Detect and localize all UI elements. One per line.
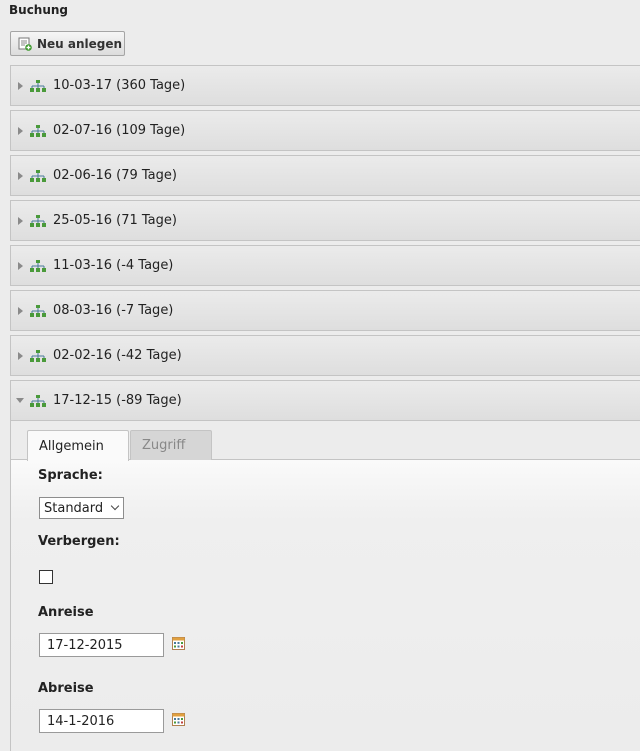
departure-label: Abreise — [38, 681, 94, 696]
tab-zugriff[interactable]: Zugriff — [130, 430, 212, 460]
record-label: 11-03-16 (-4 Tage) — [53, 258, 174, 273]
language-select[interactable]: Standard — [39, 497, 124, 519]
expand-arrow-icon — [18, 171, 23, 180]
language-label: Sprache: — [38, 468, 103, 483]
record-list: 10-03-17 (360 Tage) 02-07-16 (109 Tage) … — [10, 65, 640, 751]
record-header[interactable]: 02-07-16 (109 Tage) — [10, 110, 640, 151]
calendar-icon[interactable] — [172, 637, 185, 650]
tree-structure-icon — [30, 169, 46, 182]
collapse-arrow-icon — [16, 398, 24, 403]
tree-structure-icon — [30, 259, 46, 272]
record-header[interactable]: 11-03-16 (-4 Tage) — [10, 245, 640, 286]
record-header[interactable]: 10-03-17 (360 Tage) — [10, 65, 640, 106]
record-label: 10-03-17 (360 Tage) — [53, 78, 186, 93]
expand-arrow-icon — [18, 81, 23, 90]
expand-arrow-icon — [18, 306, 23, 315]
new-record-label: Neu anlegen — [37, 36, 123, 51]
language-select-value: Standard — [44, 500, 104, 516]
calendar-icon[interactable] — [172, 713, 185, 726]
expand-arrow-icon — [18, 216, 23, 225]
tree-structure-icon — [30, 79, 46, 92]
record-header[interactable]: 08-03-16 (-7 Tage) — [10, 290, 640, 331]
record-label: 02-07-16 (109 Tage) — [53, 123, 186, 138]
arrival-label: Anreise — [38, 605, 94, 620]
arrival-date-input[interactable]: 17-12-2015 — [39, 633, 164, 657]
hide-label: Verbergen: — [38, 534, 120, 549]
record-body: Allgemein Zugriff Sprache: Standard Verb… — [10, 421, 640, 751]
record-label: 02-02-16 (-42 Tage) — [53, 348, 182, 363]
tree-structure-icon — [30, 394, 46, 407]
expand-arrow-icon — [18, 261, 23, 270]
section-title: Buchung — [9, 3, 69, 17]
tab-bar: Allgemein Zugriff — [11, 421, 640, 462]
new-record-button[interactable]: Neu anlegen — [10, 31, 125, 56]
departure-date-input[interactable]: 14-1-2016 — [39, 709, 164, 733]
new-record-icon — [18, 37, 32, 51]
hide-checkbox[interactable] — [39, 570, 53, 584]
record-label: 17-12-15 (-89 Tage) — [53, 393, 182, 408]
record-label: 25-05-16 (71 Tage) — [53, 213, 177, 228]
record-header[interactable]: 02-02-16 (-42 Tage) — [10, 335, 640, 376]
tab-panel-allgemein: Sprache: Standard Verbergen: Anreise 17-… — [11, 460, 640, 751]
expand-arrow-icon — [18, 126, 23, 135]
tree-structure-icon — [30, 214, 46, 227]
record-label: 08-03-16 (-7 Tage) — [53, 303, 174, 318]
tree-structure-icon — [30, 349, 46, 362]
expanded-record: 17-12-15 (-89 Tage) Allgemein Zugriff Sp… — [10, 380, 640, 751]
record-header[interactable]: 25-05-16 (71 Tage) — [10, 200, 640, 241]
record-header-expanded[interactable]: 17-12-15 (-89 Tage) — [10, 380, 640, 421]
tab-allgemein[interactable]: Allgemein — [27, 430, 129, 461]
record-label: 02-06-16 (79 Tage) — [53, 168, 177, 183]
expand-arrow-icon — [18, 351, 23, 360]
record-header[interactable]: 02-06-16 (79 Tage) — [10, 155, 640, 196]
tree-structure-icon — [30, 124, 46, 137]
tree-structure-icon — [30, 304, 46, 317]
chevron-down-icon — [110, 501, 120, 511]
